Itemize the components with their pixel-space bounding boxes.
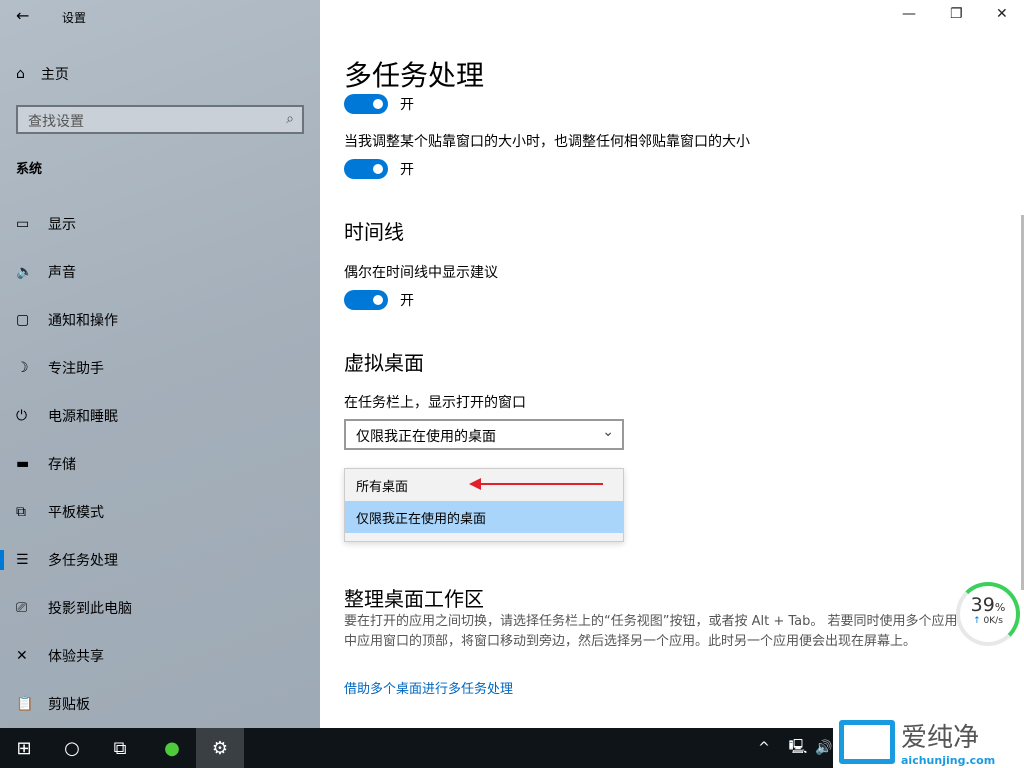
- sidebar-item-label: 体验共享: [48, 649, 104, 665]
- timeline-heading: 时间线: [344, 220, 404, 244]
- watermark-logo: 爱纯净 aichunjing.com: [833, 716, 1024, 768]
- sidebar-item-label: 声音: [48, 265, 76, 281]
- upload-arrow-icon: ↑: [973, 616, 981, 626]
- project-icon: ⎚: [16, 600, 28, 616]
- maximize-button[interactable]: ❐: [950, 6, 963, 22]
- tablet-icon: ⧉: [16, 504, 26, 520]
- toggle-switch[interactable]: [344, 159, 388, 179]
- sidebar-item-label: 通知和操作: [48, 313, 118, 329]
- display-icon: ▭: [16, 216, 30, 232]
- toggle-switch[interactable]: [344, 94, 388, 114]
- watermark-url: aichunjing.com: [901, 754, 996, 767]
- sidebar-item-8[interactable]: ⎚ 投影到此电脑: [0, 588, 320, 628]
- browser-icon[interactable]: ●: [148, 728, 196, 768]
- windows-start-icon[interactable]: ⊞: [0, 728, 48, 768]
- toggle-state: 开: [400, 97, 414, 113]
- option-current-desktop[interactable]: 仅限我正在使用的桌面: [345, 501, 623, 533]
- toggle-switch[interactable]: [344, 290, 388, 310]
- section-title: 系统: [16, 162, 43, 177]
- sidebar-item-6[interactable]: ⧉ 平板模式: [0, 492, 320, 532]
- page-title: 多任务处理: [344, 59, 485, 92]
- search-icon: ⌕: [286, 111, 294, 127]
- chevron-down-icon: ⌄: [602, 424, 614, 440]
- toggle-snap-1[interactable]: 开: [344, 94, 414, 114]
- toggle-state: 开: [400, 293, 414, 309]
- sidebar-item-2[interactable]: ▢ 通知和操作: [0, 300, 320, 340]
- sidebar-item-7[interactable]: ☰ 多任务处理: [0, 540, 320, 580]
- sidebar-item-5[interactable]: ▬ 存储: [0, 444, 320, 484]
- timeline-label: 偶尔在时间线中显示建议: [344, 265, 498, 281]
- gauge-unit: %: [994, 601, 1006, 614]
- option-all-desktops[interactable]: 所有桌面: [345, 469, 623, 501]
- cpu-gauge[interactable]: 39% ↑ 0K/s: [956, 582, 1020, 646]
- sidebar-item-label: 专注助手: [48, 361, 104, 377]
- virtual-desktop-heading: 虚拟桌面: [344, 351, 424, 375]
- sidebar-item-label: 显示: [48, 217, 76, 233]
- sidebar-item-home[interactable]: ⌂ 主页: [16, 64, 69, 84]
- sidebar-item-3[interactable]: ☽ 专注助手: [0, 348, 320, 388]
- settings-gear-icon[interactable]: ⚙: [196, 728, 244, 768]
- toggle-state: 开: [400, 162, 414, 178]
- clipboard-icon: 📋: [16, 696, 34, 712]
- cortana-icon[interactable]: ○: [48, 728, 96, 768]
- notification-icon: ▢: [16, 312, 30, 328]
- sidebar-item-1[interactable]: 🔈 声音: [0, 252, 320, 292]
- multitask-link[interactable]: 借助多个桌面进行多任务处理: [344, 678, 513, 697]
- share-icon: ✕: [16, 648, 28, 664]
- sidebar-item-4[interactable]: ⏻ 电源和睡眠: [0, 396, 320, 436]
- arrange-heading: 整理桌面工作区: [344, 587, 484, 611]
- select-value: 仅限我正在使用的桌面: [356, 429, 496, 445]
- sidebar-item-10[interactable]: 📋 剪贴板: [0, 684, 320, 724]
- sidebar-item-label: 平板模式: [48, 505, 104, 521]
- chevron-up-icon[interactable]: ^: [752, 728, 776, 768]
- power-icon: ⏻: [16, 408, 28, 424]
- watermark-logo-icon: [839, 720, 895, 764]
- gauge-percent: 39: [970, 594, 995, 616]
- option-label: 仅限我正在使用的桌面: [356, 512, 487, 527]
- gauge-speed: 0K/s: [983, 616, 1003, 626]
- multitasking-icon: ☰: [16, 552, 29, 568]
- sidebar-item-label: 存储: [48, 457, 76, 473]
- app-title: 设置: [62, 11, 87, 25]
- arrange-description: 要在打开的应用之间切换，请选择任务栏上的“任务视图”按钮，或者按 Alt + T…: [344, 614, 997, 649]
- sidebar: ← 设置 ⌂ 主页 查找设置 ⌕ 系统 ▭ 显示 🔈 声音 ▢ 通知和操作 ☽ 专注助手 ⏻ 电源和睡…: [0, 0, 320, 728]
- sidebar-item-0[interactable]: ▭ 显示: [0, 204, 320, 244]
- sidebar-item-label: 投影到此电脑: [48, 601, 132, 617]
- main-content: — ❐ ✕ 多任务处理 开 当我调整某个贴靠窗口的大小时，也调整任何相邻贴靠窗口…: [320, 0, 1024, 728]
- minimize-button[interactable]: —: [902, 6, 916, 22]
- home-label: 主页: [40, 67, 69, 83]
- close-button[interactable]: ✕: [996, 6, 1008, 22]
- storage-icon: ▬: [16, 456, 30, 472]
- search-input[interactable]: 查找设置 ⌕: [16, 105, 304, 134]
- network-icon[interactable]: 🖳: [786, 728, 810, 768]
- back-button[interactable]: ←: [16, 6, 29, 25]
- home-icon: ⌂: [16, 66, 25, 82]
- sound-icon: 🔈: [16, 264, 34, 280]
- sidebar-item-label: 电源和睡眠: [48, 409, 118, 425]
- focus-icon: ☽: [16, 360, 29, 376]
- search-placeholder: 查找设置: [28, 114, 84, 130]
- toggle-timeline[interactable]: 开: [344, 290, 414, 310]
- toggle-snap-2[interactable]: 开: [344, 159, 414, 179]
- sidebar-item-label: 多任务处理: [48, 553, 118, 569]
- snap-label: 当我调整某个贴靠窗口的大小时，也调整任何相邻贴靠窗口的大小: [344, 134, 750, 150]
- watermark-name: 爱纯净: [901, 723, 980, 753]
- sidebar-item-9[interactable]: ✕ 体验共享: [0, 636, 320, 676]
- option-label: 所有桌面: [356, 480, 409, 495]
- virtual-desktop-label: 在任务栏上，显示打开的窗口: [344, 395, 526, 411]
- taskbar-windows-select[interactable]: 仅限我正在使用的桌面 ⌄: [344, 419, 624, 450]
- sidebar-item-label: 剪贴板: [48, 697, 90, 713]
- dropdown-list: 所有桌面 仅限我正在使用的桌面: [344, 468, 624, 542]
- red-arrow-annotation: [469, 478, 603, 490]
- task-view-icon[interactable]: ⧉: [96, 728, 144, 768]
